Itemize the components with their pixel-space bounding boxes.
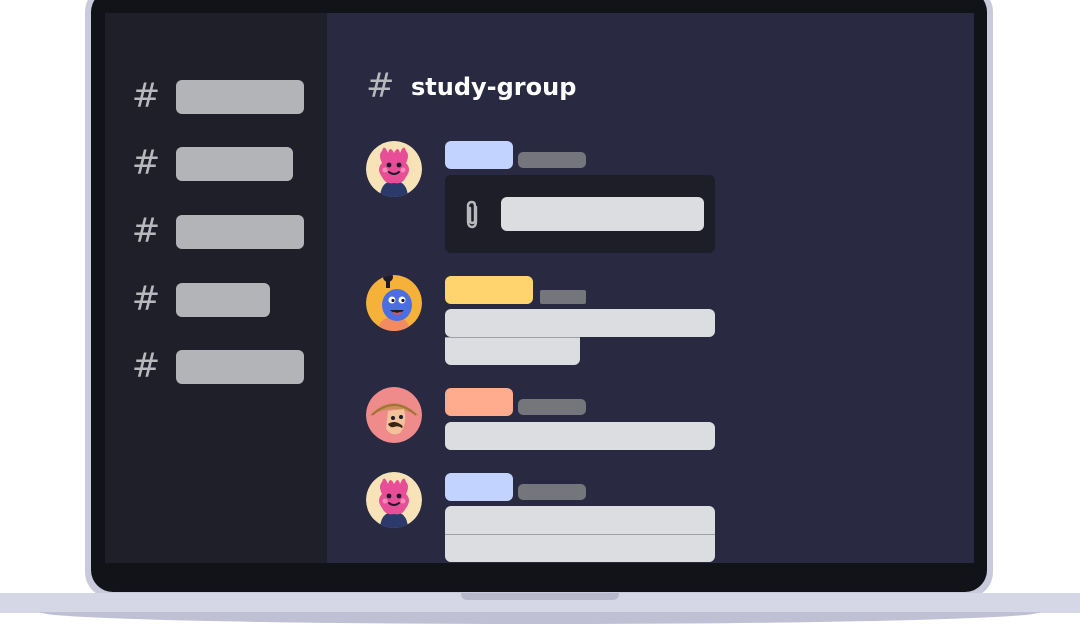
- hash-icon: #: [131, 279, 161, 319]
- laptop-screen: # # # # # # study-group: [105, 13, 974, 563]
- timestamp-placeholder: [518, 484, 586, 500]
- channel-name-placeholder: [176, 350, 304, 384]
- author-name-placeholder[interactable]: [445, 388, 513, 416]
- message-text-placeholder: [445, 309, 715, 337]
- paperclip-icon: [466, 200, 478, 229]
- chat-panel: # study-group: [327, 13, 974, 563]
- channel-name-placeholder: [176, 80, 304, 114]
- sidebar-channel-5[interactable]: #: [105, 346, 327, 386]
- sidebar-channel-2[interactable]: #: [105, 143, 327, 183]
- sidebar-channel-1[interactable]: #: [105, 76, 327, 116]
- laptop-base-edge: [40, 612, 1040, 624]
- hash-icon: #: [131, 346, 161, 386]
- timestamp-placeholder: [518, 152, 586, 168]
- author-name-placeholder[interactable]: [445, 473, 513, 501]
- sidebar-channel-4[interactable]: #: [105, 279, 327, 319]
- pink-creature-avatar[interactable]: [366, 472, 422, 528]
- mustache-explorer-avatar[interactable]: [366, 387, 422, 443]
- hash-icon: #: [131, 211, 161, 251]
- pink-creature-avatar[interactable]: [366, 141, 422, 197]
- message-text-placeholder: [445, 422, 715, 450]
- author-name-placeholder[interactable]: [445, 141, 513, 169]
- laptop-notch: [461, 593, 619, 600]
- channel-hash-icon: #: [366, 66, 395, 106]
- line-divider: [445, 337, 580, 338]
- channel-name-placeholder: [176, 215, 304, 249]
- blue-genie-avatar[interactable]: [366, 275, 422, 331]
- sidebar-channel-3[interactable]: #: [105, 211, 327, 251]
- channel-title: study-group: [411, 73, 577, 101]
- line-divider: [445, 534, 715, 535]
- attachment-filename-placeholder: [501, 197, 704, 231]
- channel-name-placeholder: [176, 283, 270, 317]
- timestamp-placeholder: [518, 399, 586, 415]
- message-text-placeholder: [445, 337, 580, 365]
- hash-icon: #: [131, 143, 161, 183]
- channel-sidebar: # # # # #: [105, 13, 327, 563]
- channel-name-placeholder: [176, 147, 293, 181]
- hash-icon: #: [131, 76, 161, 116]
- timestamp-placeholder: [540, 290, 586, 304]
- author-name-placeholder[interactable]: [445, 276, 533, 304]
